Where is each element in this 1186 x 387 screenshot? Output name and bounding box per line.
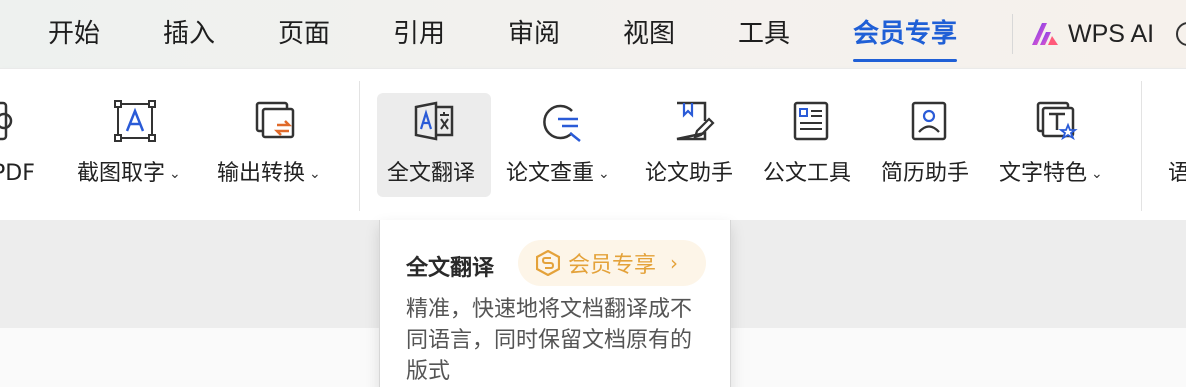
- tab-review[interactable]: 审阅: [508, 14, 560, 54]
- tab-reference[interactable]: 引用: [393, 14, 445, 54]
- chevron-down-icon: ⌄: [309, 166, 321, 182]
- paper-assistant-icon: [676, 101, 715, 141]
- ribbon-toolbar: 为PDF 截图取字⌄ 输出转换⌄ 全文翻译: [0, 68, 1186, 220]
- resume-assistant-icon: [911, 101, 947, 141]
- full-text-translate-label: 全文翻译: [387, 161, 476, 186]
- tab-insert[interactable]: 插入: [163, 14, 215, 54]
- member-coin-icon: [536, 250, 560, 276]
- tooltip-description: 精准，快速地将文档翻译成不同语言，同时保留文档原有的版式: [406, 297, 693, 384]
- resume-assistant-label: 简历助手: [881, 161, 970, 186]
- text-feature-label: 文字特色: [999, 161, 1088, 186]
- paper-assistant-button[interactable]: 论文助手: [640, 93, 746, 197]
- to-pdf-button[interactable]: 为PDF: [0, 93, 60, 197]
- member-exclusive-badge[interactable]: 会员专享 ›: [518, 240, 706, 286]
- wps-ai-label: WPS AI: [1068, 19, 1155, 48]
- tooltip-title: 全文翻译: [406, 256, 495, 281]
- chevron-right-icon: ›: [670, 251, 679, 275]
- screenshot-text-button[interactable]: 截图取字 ⌄: [70, 93, 200, 197]
- text-feature-icon: [1036, 101, 1078, 141]
- menu-tab-bar: 开始 插入 页面 引用 审阅 视图 工具 会员专享 WPS AI: [0, 0, 1186, 68]
- plagiarism-check-button[interactable]: 论文查重 ⌄: [500, 93, 630, 197]
- language-label: 语: [1168, 161, 1186, 186]
- tab-view[interactable]: 视图: [623, 14, 675, 54]
- resume-assistant-button[interactable]: 简历助手: [876, 93, 982, 197]
- screenshot-text-icon: [114, 100, 156, 142]
- paper-assistant-label: 论文助手: [645, 161, 734, 186]
- translate-icon: [414, 101, 454, 141]
- badge-label: 会员专享: [568, 253, 657, 278]
- output-convert-button[interactable]: 输出转换 ⌄: [210, 93, 340, 197]
- tab-member-exclusive[interactable]: 会员专享: [853, 14, 958, 62]
- screenshot-text-label: 截图取字: [77, 161, 166, 186]
- more-icon[interactable]: [1176, 22, 1186, 46]
- output-convert-icon: [255, 101, 295, 139]
- translate-tooltip: 全文翻译 会员专享 › 精准，快速地将文档翻译成不同语言，同时保留文档原有的版式: [379, 220, 731, 387]
- official-doc-label: 公文工具: [763, 161, 852, 186]
- ribbon-divider: [1141, 81, 1142, 211]
- official-doc-tools-button[interactable]: 公文工具: [758, 93, 864, 197]
- tab-start[interactable]: 开始: [48, 14, 100, 54]
- ribbon-divider: [359, 81, 360, 211]
- tab-divider: [1012, 14, 1013, 54]
- chevron-down-icon: ⌄: [1091, 166, 1103, 182]
- pdf-icon: [0, 101, 13, 141]
- language-button[interactable]: 语: [1160, 93, 1186, 197]
- to-pdf-label: 为PDF: [0, 161, 35, 186]
- official-doc-icon: [793, 101, 829, 141]
- tab-tools[interactable]: 工具: [738, 14, 790, 54]
- full-text-translate-button[interactable]: 全文翻译: [377, 93, 491, 197]
- text-feature-button[interactable]: 文字特色 ⌄: [994, 93, 1124, 197]
- chevron-down-icon: ⌄: [598, 166, 610, 182]
- wps-ai-button[interactable]: WPS AI: [1030, 16, 1154, 52]
- chevron-down-icon: ⌄: [169, 166, 181, 182]
- plagiarism-check-icon: [543, 104, 581, 142]
- wps-ai-logo-icon: [1032, 23, 1058, 45]
- plagiarism-check-label: 论文查重: [506, 161, 595, 186]
- tab-page[interactable]: 页面: [278, 14, 330, 54]
- output-convert-label: 输出转换: [217, 161, 306, 186]
